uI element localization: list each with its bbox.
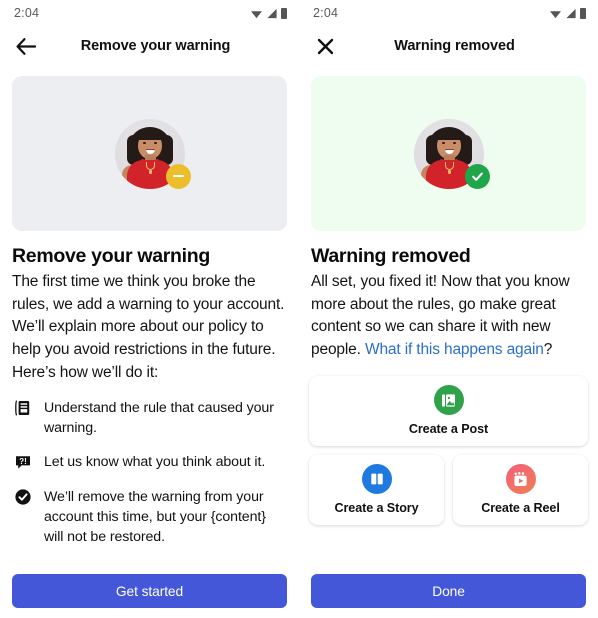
create-reel-label: Create a Reel: [481, 501, 560, 515]
learn-more-link[interactable]: What if this happens again: [365, 341, 544, 358]
list-item: Understand the rule that caused your war…: [12, 398, 287, 438]
check-circle-icon: [14, 488, 32, 506]
primary-action-area: Done: [299, 574, 598, 608]
body-text: The first time we think you broke the ru…: [12, 273, 285, 381]
page-title: Remove your warning: [80, 38, 231, 54]
signal-icon: [267, 8, 277, 18]
wifi-icon: [550, 10, 561, 18]
status-time: 2:04: [14, 6, 40, 20]
list-item: We’ll remove the warning from your accou…: [12, 487, 287, 547]
create-story-label: Create a Story: [334, 501, 419, 515]
body-text-tail: ?: [543, 340, 553, 358]
app-bar: Warning removed: [299, 26, 598, 66]
battery-icon: [580, 7, 586, 19]
create-post-label: Create a Post: [408, 422, 489, 436]
steps-list: Understand the rule that caused your war…: [12, 398, 287, 547]
minus-badge-icon: [165, 163, 191, 189]
close-x-icon[interactable]: [313, 34, 337, 58]
back-arrow-icon[interactable]: [14, 34, 38, 58]
signal-icon: [566, 8, 576, 18]
avatar: [413, 118, 490, 189]
get-started-button[interactable]: Get started: [12, 574, 287, 608]
create-actions: Create a Post Create a Story Create a Re…: [309, 375, 588, 525]
create-post-card[interactable]: Create a Post: [309, 375, 588, 446]
list-item: ?! Let us know what you think about it.: [12, 452, 287, 472]
rulebook-icon: [14, 399, 32, 417]
status-time: 2:04: [313, 6, 339, 20]
screen-divider: [299, 0, 300, 618]
hero-illustration-warning: [12, 76, 287, 231]
list-item-label: Understand the rule that caused your war…: [44, 400, 274, 437]
content-body: Warning removed All set, you fixed it! N…: [299, 231, 598, 362]
list-item-label: We’ll remove the warning from your accou…: [44, 488, 266, 545]
heading: Warning removed: [311, 245, 471, 267]
heading: Remove your warning: [12, 245, 211, 267]
create-actions-row: Create a Story Create a Reel: [309, 454, 588, 525]
status-icon-group: [549, 7, 586, 19]
photo-post-icon: [433, 385, 464, 415]
question-bubble-icon: ?!: [14, 453, 32, 471]
primary-action-area: Get started: [0, 574, 299, 608]
app-bar: Remove your warning: [0, 26, 299, 66]
wifi-icon: [251, 10, 262, 18]
battery-icon: [281, 7, 287, 19]
check-badge-icon: [464, 163, 490, 189]
avatar: [114, 118, 191, 189]
book-story-icon: [361, 464, 392, 494]
status-bar: 2:04: [0, 0, 299, 26]
svg-text:?!: ?!: [19, 457, 27, 466]
hero-illustration-success: [311, 76, 586, 231]
done-button[interactable]: Done: [311, 574, 586, 608]
content-body: Remove your warning The first time we th…: [0, 231, 299, 547]
create-story-card[interactable]: Create a Story: [309, 454, 444, 525]
body-text: All set, you fixed it! Now that you know…: [311, 271, 586, 362]
video-reel-icon: [505, 464, 536, 494]
create-reel-card[interactable]: Create a Reel: [453, 454, 588, 525]
screen-warning-removed: 2:04 Warning removed Warning removed All…: [299, 0, 598, 618]
page-title: Warning removed: [394, 38, 515, 54]
list-item-label: Let us know what you think about it.: [44, 454, 266, 471]
status-icon-group: [250, 7, 287, 19]
status-bar: 2:04: [299, 0, 598, 26]
screen-remove-your-warning: 2:04 Remove your warning Remove your war…: [0, 0, 299, 618]
